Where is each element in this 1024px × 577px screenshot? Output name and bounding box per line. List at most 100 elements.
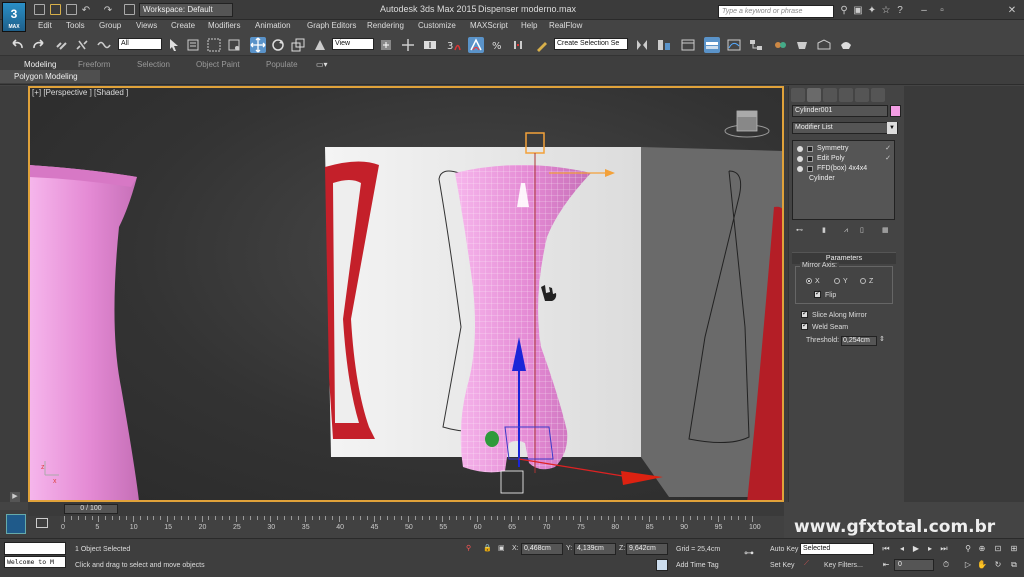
- perspective-viewport[interactable]: z x: [28, 86, 784, 502]
- save-file-icon[interactable]: [66, 4, 77, 15]
- binoculars-icon[interactable]: ⚲: [838, 5, 850, 17]
- track-bar[interactable]: 0 5 10 15 20 25 30 35 40 45 50 55 60 65 70 75 80 85 90 95 10…: [60, 516, 784, 538]
- orbit-icon[interactable]: ↻: [992, 559, 1004, 571]
- undo-icon[interactable]: [10, 37, 26, 53]
- menu-edit[interactable]: Edit: [38, 21, 52, 30]
- stack-item-ffd[interactable]: FFD(box) 4x4x4: [797, 164, 893, 174]
- motion-tab-icon[interactable]: [839, 88, 853, 102]
- menu-customize[interactable]: Customize: [418, 21, 456, 30]
- zoom-all-icon[interactable]: ⊕: [976, 543, 988, 555]
- project-folder-icon[interactable]: [124, 4, 135, 15]
- menu-rendering[interactable]: Rendering: [367, 21, 404, 30]
- toggle-layer-explorer-icon[interactable]: [704, 37, 720, 53]
- select-and-scale-icon[interactable]: [290, 37, 306, 53]
- material-editor-icon[interactable]: [772, 37, 788, 53]
- threshold-spinner[interactable]: 0,254cm: [841, 336, 877, 346]
- time-slider-thumb[interactable]: 0 / 100: [64, 504, 118, 514]
- key-filters-button[interactable]: Key Filters...: [824, 562, 863, 569]
- menu-animation[interactable]: Animation: [255, 21, 291, 30]
- help-icon[interactable]: ?: [894, 5, 906, 17]
- expand-box-icon[interactable]: [807, 146, 813, 152]
- menu-maxscript[interactable]: MAXScript: [470, 21, 508, 30]
- maximize-viewport-icon[interactable]: ⧉: [1008, 559, 1020, 571]
- maximize-icon[interactable]: ▫: [936, 5, 948, 17]
- light-bulb-icon[interactable]: [797, 146, 803, 152]
- previous-frame-icon[interactable]: ◂: [896, 543, 908, 555]
- next-frame-icon[interactable]: ▸: [924, 543, 936, 555]
- select-by-name-icon[interactable]: [186, 37, 202, 53]
- timeline-options-icon[interactable]: [36, 518, 48, 528]
- subscription-icon[interactable]: ▣: [852, 5, 864, 17]
- chevron-down-icon[interactable]: ▼: [887, 122, 897, 134]
- menu-create[interactable]: Create: [171, 21, 195, 30]
- percent-snap-icon[interactable]: %: [490, 37, 506, 53]
- y-coord-field[interactable]: 4,139cm: [574, 543, 616, 555]
- bind-space-warp-icon[interactable]: [96, 37, 112, 53]
- menu-modifiers[interactable]: Modifiers: [208, 21, 240, 30]
- hierarchy-tab-icon[interactable]: [823, 88, 837, 102]
- spinner-arrows-icon[interactable]: ⇕: [879, 335, 885, 343]
- stack-item-symmetry[interactable]: Symmetry ✓: [797, 144, 893, 154]
- configure-modifier-sets-icon[interactable]: ▦: [882, 226, 891, 236]
- mini-curve-editor-icon[interactable]: [6, 514, 26, 534]
- set-key-button[interactable]: Set Key: [770, 562, 795, 569]
- render-setup-icon[interactable]: [794, 37, 810, 53]
- current-frame-field[interactable]: 0: [894, 559, 934, 571]
- redo-icon[interactable]: ↷: [102, 5, 114, 17]
- key-filters-icon[interactable]: ⟋: [804, 560, 809, 568]
- selection-lock-icon[interactable]: 🔒: [483, 544, 492, 552]
- key-mode-dropdown[interactable]: Selected: [800, 543, 874, 555]
- add-time-tag[interactable]: Add Time Tag: [676, 562, 719, 569]
- close-icon[interactable]: ✕: [1006, 5, 1018, 17]
- menu-group[interactable]: Group: [99, 21, 121, 30]
- schematic-view-icon[interactable]: [748, 37, 764, 53]
- create-tab-icon[interactable]: [791, 88, 805, 102]
- zoom-extents-icon[interactable]: ⊡: [992, 543, 1004, 555]
- favorites-icon[interactable]: ☆: [880, 5, 892, 17]
- rendered-frame-window-icon[interactable]: [816, 37, 832, 53]
- stack-item-cylinder[interactable]: Cylinder: [797, 174, 893, 184]
- axis-x-radio[interactable]: X: [806, 278, 820, 285]
- weld-seam-checkbox[interactable]: Weld Seam: [801, 321, 848, 331]
- key-mode-toggle-icon[interactable]: ⇤: [880, 559, 892, 571]
- undo-icon[interactable]: ↶: [80, 5, 92, 17]
- app-menu-button[interactable]: 3 MAX: [2, 2, 26, 32]
- angle-snap-icon[interactable]: [468, 37, 484, 53]
- light-bulb-icon[interactable]: [797, 166, 803, 172]
- zoom-extents-all-icon[interactable]: ⊞: [1008, 543, 1020, 555]
- isolate-selection-icon[interactable]: ⚲: [466, 544, 471, 552]
- select-and-place-icon[interactable]: [312, 37, 328, 53]
- expand-box-icon[interactable]: [807, 166, 813, 172]
- ribbon-tab-object-paint[interactable]: Object Paint: [196, 60, 240, 69]
- object-name-field[interactable]: Cylinder001: [792, 105, 888, 117]
- rectangular-selection-icon[interactable]: [206, 37, 222, 53]
- menu-views[interactable]: Views: [136, 21, 157, 30]
- communication-icon[interactable]: ✦: [866, 5, 878, 17]
- pan-view-icon[interactable]: ✋: [976, 559, 988, 571]
- named-selection-dropdown[interactable]: Create Selection Se: [554, 38, 628, 50]
- align-icon[interactable]: [656, 37, 672, 53]
- light-bulb-icon[interactable]: [797, 156, 803, 162]
- toggle-scene-explorer-icon[interactable]: [680, 37, 696, 53]
- modify-tab-icon[interactable]: [807, 88, 821, 102]
- use-pivot-center-icon[interactable]: [378, 37, 394, 53]
- snaps-toggle-icon[interactable]: 3: [446, 37, 462, 53]
- select-and-manipulate-icon[interactable]: [400, 37, 416, 53]
- mirror-icon[interactable]: [634, 37, 650, 53]
- open-file-icon[interactable]: [50, 4, 61, 15]
- maxscript-mini-listener[interactable]: Welcome to M: [4, 556, 66, 568]
- search-input[interactable]: Type a keyword or phrase: [718, 5, 834, 18]
- edit-named-selection-icon[interactable]: [534, 37, 550, 53]
- time-tag-icon[interactable]: [656, 559, 668, 571]
- keyboard-shortcut-override-icon[interactable]: [422, 37, 438, 53]
- z-coord-field[interactable]: 9,642cm: [626, 543, 668, 555]
- redo-icon[interactable]: [30, 37, 46, 53]
- object-color-swatch[interactable]: [890, 105, 901, 117]
- axis-z-radio[interactable]: Z: [860, 278, 873, 285]
- viewcube[interactable]: [724, 110, 770, 138]
- flip-checkbox[interactable]: Flip: [814, 289, 836, 299]
- ribbon-tab-freeform[interactable]: Freeform: [78, 60, 110, 69]
- menu-tools[interactable]: Tools: [66, 21, 85, 30]
- viewport-play-icon[interactable]: ▶: [10, 492, 20, 502]
- unlink-icon[interactable]: [74, 37, 90, 53]
